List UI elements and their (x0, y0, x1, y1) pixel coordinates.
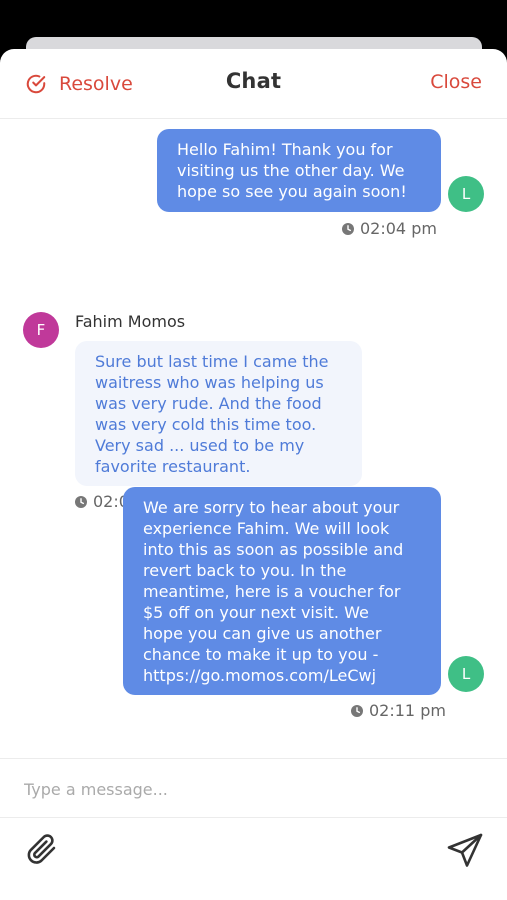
clock-icon (351, 704, 363, 717)
avatar-initial: F (36, 321, 46, 339)
message-timestamp: 02:04 pm (342, 219, 437, 238)
message-input[interactable] (24, 777, 464, 801)
avatar-initial: L (461, 665, 471, 683)
timestamp-text: 02:11 pm (369, 701, 446, 720)
message-timestamp: 02:11 pm (351, 701, 446, 720)
clock-icon (342, 222, 354, 235)
message-composer (0, 758, 507, 818)
paperclip-icon[interactable] (24, 831, 60, 867)
chat-sheet: Resolve Chat Close Hello Fahim! Thank yo… (0, 49, 507, 900)
clock-icon (75, 495, 87, 508)
avatar-initial: L (461, 185, 471, 203)
agent-avatar: L (448, 656, 484, 692)
message-list: Hello Fahim! Thank you for visiting us t… (0, 119, 507, 759)
message-bubble-outgoing: Hello Fahim! Thank you for visiting us t… (157, 129, 441, 212)
timestamp-text: 02:04 pm (360, 219, 437, 238)
close-button[interactable]: Close (430, 71, 482, 93)
sender-name: Fahim Momos (75, 312, 186, 331)
agent-avatar: L (448, 176, 484, 212)
chat-header: Resolve Chat Close (0, 49, 507, 119)
customer-avatar: F (23, 312, 59, 348)
message-bubble-outgoing: We are sorry to hear about your experien… (123, 487, 441, 695)
send-icon[interactable] (447, 833, 483, 867)
message-bubble-incoming: Sure but last time I came the waitress w… (75, 341, 362, 486)
